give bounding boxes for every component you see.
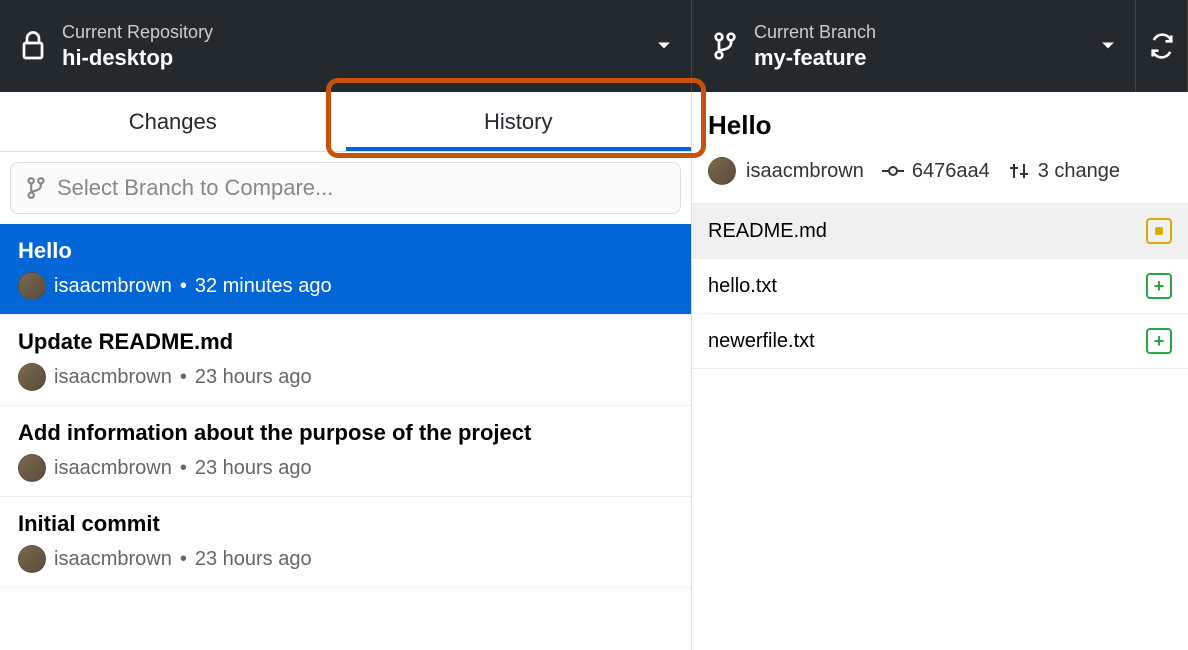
branch-value: my-feature — [754, 45, 1089, 71]
avatar — [708, 157, 736, 185]
sync-icon — [1148, 32, 1176, 60]
branch-label: Current Branch — [754, 22, 1089, 43]
avatar — [18, 545, 46, 573]
branch-icon — [712, 31, 738, 61]
commit-item[interactable]: Initial commit isaacmbrown • 23 hours ag… — [0, 497, 691, 588]
commit-author: isaacmbrown — [54, 366, 172, 389]
tab-label: Changes — [129, 109, 217, 135]
commit-title: Add information about the purpose of the… — [18, 420, 673, 446]
app-header: Current Repository hi-desktop Current Br… — [0, 0, 1188, 92]
tabs: Changes History — [0, 92, 691, 152]
repo-dropdown[interactable]: Current Repository hi-desktop — [0, 0, 692, 92]
file-name: hello.txt — [708, 275, 777, 298]
commit-detail-author: isaacmbrown — [746, 160, 864, 183]
repo-value: hi-desktop — [62, 45, 645, 71]
tab-history[interactable]: History — [346, 92, 692, 151]
commit-detail-meta: isaacmbrown 6476aa4 3 change — [692, 149, 1188, 204]
caret-down-icon — [1101, 41, 1115, 51]
commit-author: isaacmbrown — [54, 548, 172, 571]
file-item[interactable]: hello.txt + — [692, 259, 1188, 314]
commit-sha: 6476aa4 — [912, 160, 990, 183]
lock-icon — [20, 31, 46, 61]
commit-item[interactable]: Update README.md isaacmbrown • 23 hours … — [0, 315, 691, 406]
caret-down-icon — [657, 41, 671, 51]
tab-label: History — [484, 109, 552, 135]
avatar — [18, 454, 46, 482]
sync-button[interactable] — [1136, 0, 1188, 92]
commit-icon — [882, 163, 904, 179]
file-list: README.md hello.txt + newerfile.txt + — [692, 204, 1188, 650]
commit-author: isaacmbrown — [54, 275, 172, 298]
tab-changes[interactable]: Changes — [0, 92, 346, 151]
repo-label: Current Repository — [62, 22, 645, 43]
commit-list: Hello isaacmbrown • 32 minutes ago Updat… — [0, 224, 691, 650]
commit-detail-title: Hello — [692, 92, 1188, 149]
file-status-added-icon: + — [1146, 328, 1172, 354]
commit-title: Hello — [18, 238, 673, 264]
branch-icon — [25, 176, 57, 200]
avatar — [18, 363, 46, 391]
commit-time: 23 hours ago — [195, 457, 312, 480]
branch-compare-selector[interactable]: Select Branch to Compare... — [10, 162, 681, 214]
left-panel: Changes History Select Branch to Compare… — [0, 92, 692, 650]
file-status-added-icon: + — [1146, 273, 1172, 299]
file-status-modified-icon — [1146, 218, 1172, 244]
commit-time: 23 hours ago — [195, 366, 312, 389]
branch-compare-placeholder: Select Branch to Compare... — [57, 175, 333, 201]
commit-time: 23 hours ago — [195, 548, 312, 571]
commit-title: Initial commit — [18, 511, 673, 537]
file-item[interactable]: newerfile.txt + — [692, 314, 1188, 369]
file-name: README.md — [708, 220, 827, 243]
commit-changes: 3 change — [1038, 160, 1120, 183]
diff-icon — [1008, 161, 1030, 181]
branch-dropdown[interactable]: Current Branch my-feature — [692, 0, 1136, 92]
commit-item[interactable]: Hello isaacmbrown • 32 minutes ago — [0, 224, 691, 315]
commit-author: isaacmbrown — [54, 457, 172, 480]
file-item[interactable]: README.md — [692, 204, 1188, 259]
avatar — [18, 272, 46, 300]
commit-time: 32 minutes ago — [195, 275, 332, 298]
commit-title: Update README.md — [18, 329, 673, 355]
file-name: newerfile.txt — [708, 330, 815, 353]
right-panel: Hello isaacmbrown 6476aa4 — [692, 92, 1188, 650]
commit-item[interactable]: Add information about the purpose of the… — [0, 406, 691, 497]
